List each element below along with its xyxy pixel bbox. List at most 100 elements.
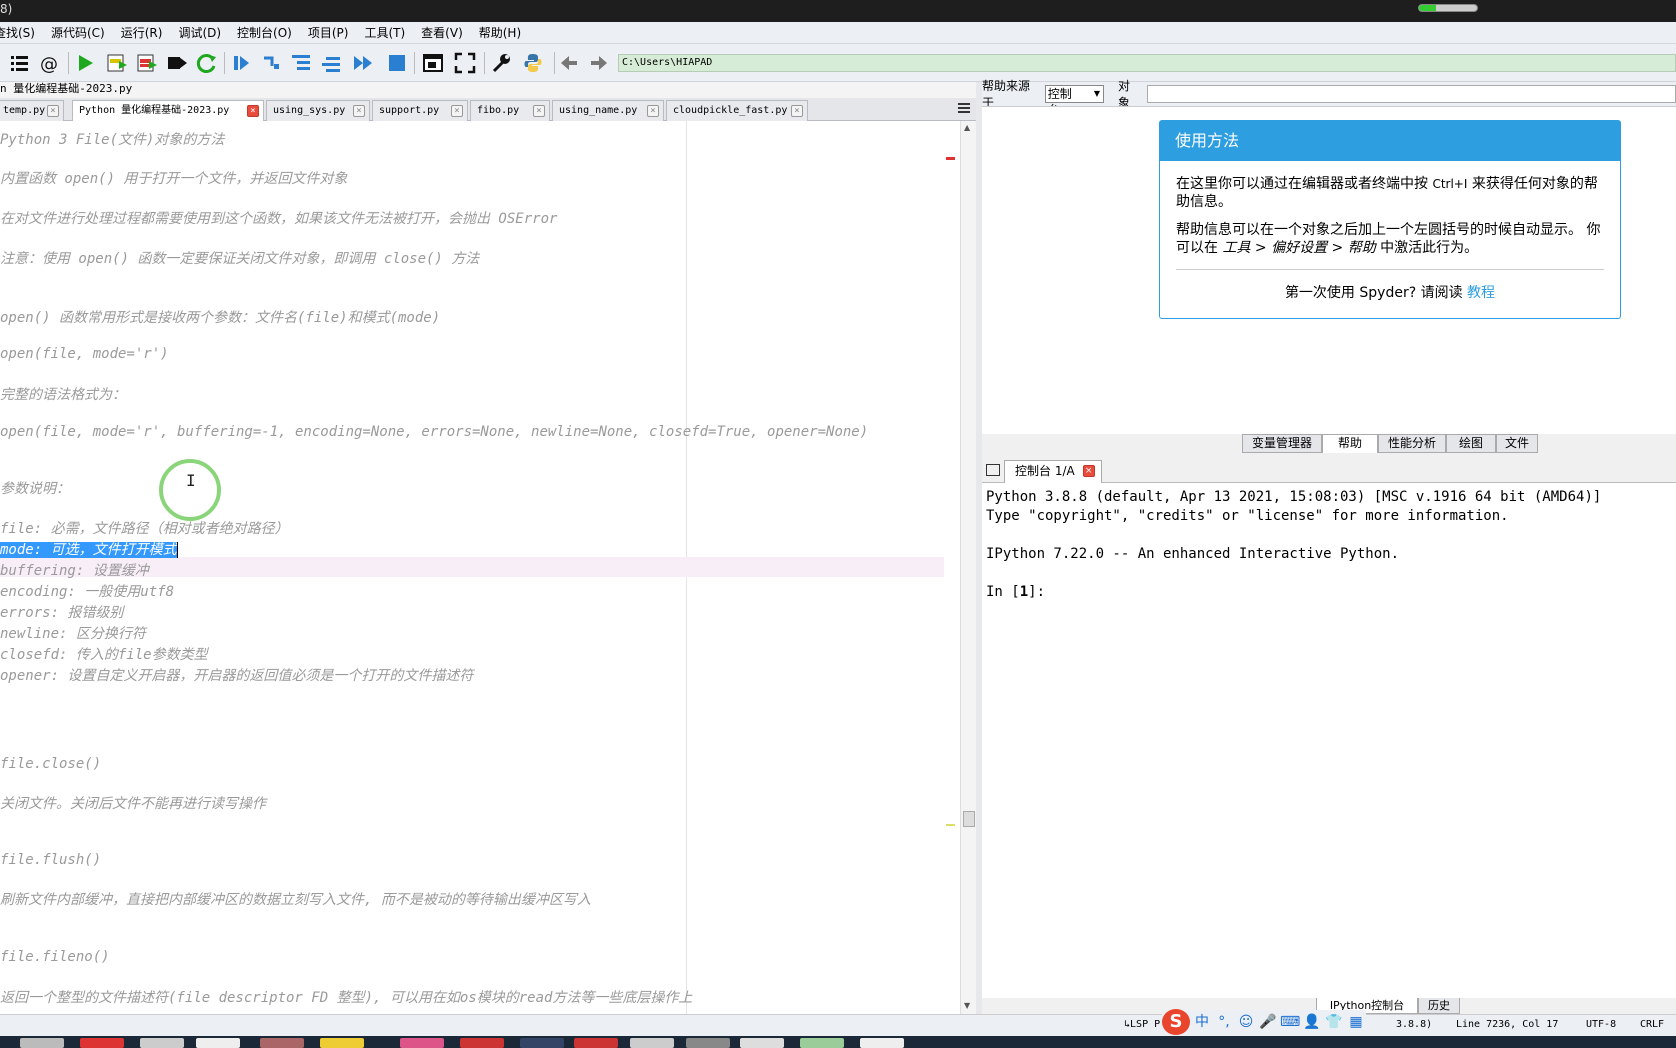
code-line: Python 3 File(文件)对象的方法 — [0, 132, 225, 148]
editor-tab[interactable]: using_name.py × — [552, 100, 664, 121]
code-line: 关闭文件。关闭后文件不能再进行读写操作 — [0, 796, 266, 812]
close-icon[interactable]: × — [47, 105, 59, 117]
outline-icon[interactable] — [6, 50, 32, 76]
menu-item[interactable]: 运行(R) — [121, 24, 163, 41]
editor-tab-label: temp.py — [3, 105, 46, 116]
ime-logo[interactable]: S — [1162, 1009, 1190, 1035]
editor-tab[interactable]: using_sys.py × — [266, 100, 370, 121]
ime-tool-icon[interactable]: ☺ — [1236, 1012, 1256, 1032]
debug-icon[interactable] — [228, 50, 254, 76]
continue-icon[interactable] — [350, 50, 376, 76]
taskbar-app-icon[interactable] — [140, 1038, 184, 1048]
menu-item[interactable]: 工具(T) — [364, 24, 405, 41]
step-into-icon[interactable] — [288, 50, 314, 76]
taskbar-app-icon[interactable] — [686, 1038, 730, 1048]
working-directory-field[interactable]: C:\Users\HIAPAD — [618, 54, 1676, 72]
console-bottom-tab[interactable]: 历史 — [1418, 998, 1460, 1014]
taskbar-app-icon[interactable] — [400, 1038, 444, 1048]
progress-fill — [1419, 5, 1437, 11]
at-icon[interactable]: @ — [36, 50, 62, 76]
code-line: 完整的语法格式为： — [0, 387, 126, 403]
console-tab[interactable]: 控制台 1/A × — [1004, 460, 1102, 483]
ipython-console[interactable]: Python 3.8.8 (default, Apr 13 2021, 15:0… — [982, 483, 1676, 998]
ime-mode-indicator[interactable]: 中 — [1192, 1012, 1212, 1032]
preferences-icon[interactable] — [488, 50, 514, 76]
back-icon[interactable] — [556, 50, 582, 76]
taskbar-app-icon[interactable] — [20, 1038, 64, 1048]
taskbar-app-icon[interactable] — [320, 1038, 364, 1048]
pane-tab[interactable]: 帮助 — [1322, 434, 1378, 453]
menu-item[interactable]: 源代码(C) — [51, 24, 105, 41]
tutorial-link[interactable]: 教程 — [1467, 285, 1495, 301]
close-icon[interactable]: × — [247, 105, 259, 117]
code-line: open(file, mode='r', buffering=-1, encod… — [0, 424, 869, 440]
ime-tool-icon[interactable]: °, — [1214, 1012, 1234, 1032]
close-icon[interactable]: × — [1082, 465, 1095, 477]
step-icon[interactable] — [258, 50, 284, 76]
taskbar-app-icon[interactable] — [80, 1038, 124, 1048]
taskbar-app-icon[interactable] — [260, 1038, 304, 1048]
fullscreen-icon[interactable] — [452, 50, 478, 76]
pane-tab[interactable]: 变量管理器 — [1242, 434, 1322, 453]
help-source-select[interactable]: 控制台 — [1044, 85, 1104, 117]
pane-tab[interactable]: 性能分析 — [1378, 434, 1446, 453]
step-return-icon[interactable] — [318, 50, 344, 76]
menu-item[interactable]: 控制台(O) — [237, 24, 292, 41]
run-selection-icon[interactable] — [164, 50, 190, 76]
scrollbar-thumb[interactable] — [963, 811, 975, 827]
taskbar-app-icon[interactable] — [800, 1038, 844, 1048]
taskbar-app-icon[interactable] — [630, 1038, 674, 1048]
encoding-status: UTF-8 — [1586, 1019, 1617, 1030]
menu-item[interactable]: 项目(P) — [308, 24, 349, 41]
scroll-up-icon[interactable]: ▲ — [964, 123, 970, 132]
menu-item[interactable]: 帮助(H) — [479, 24, 521, 41]
code-line: 刷新文件内部缓冲，直接把内部缓冲区的数据立刻写入文件, 而不是被动的等待输出缓冲… — [0, 892, 591, 908]
taskbar-app-icon[interactable] — [460, 1038, 504, 1048]
taskbar-app-icon[interactable] — [740, 1038, 784, 1048]
run-cell-advance-icon[interactable] — [134, 50, 160, 76]
rerun-icon[interactable] — [194, 50, 220, 76]
help-object-input[interactable] — [1147, 85, 1676, 103]
menu-item[interactable]: 查找(S) — [0, 24, 35, 41]
console-options-icon[interactable] — [986, 464, 1000, 476]
close-icon[interactable]: × — [451, 105, 463, 117]
os-taskbar — [0, 1036, 1676, 1048]
run-cell-icon[interactable] — [104, 50, 130, 76]
menu-item[interactable]: 调试(D) — [178, 24, 221, 41]
ime-tool-icon[interactable]: 🎤 — [1258, 1012, 1278, 1032]
editor-scrollbar[interactable]: ▲ ▼ — [960, 121, 976, 1014]
editor-tab[interactable]: cloudpickle_fast.py × — [666, 100, 808, 121]
editor-tab[interactable]: temp.py × — [0, 100, 64, 121]
taskbar-app-icon[interactable] — [574, 1038, 618, 1048]
tab-menu-icon[interactable] — [956, 101, 972, 117]
ime-tool-icon[interactable]: ▦ — [1346, 1012, 1366, 1032]
close-icon[interactable]: × — [791, 105, 803, 117]
ime-tool-icon[interactable]: 👤 — [1302, 1012, 1322, 1032]
editor-tab[interactable]: Python 量化编程基础-2023.py × — [72, 100, 264, 122]
code-line: open(file, mode='r') — [0, 346, 169, 362]
editor-tab[interactable]: fibo.py × — [470, 100, 550, 121]
forward-icon[interactable] — [586, 50, 612, 76]
taskbar-app-icon[interactable] — [196, 1038, 240, 1048]
python-path-icon[interactable] — [520, 50, 546, 76]
maximize-pane-icon[interactable] — [420, 50, 446, 76]
console-line: In [1]: — [986, 584, 1046, 600]
run-icon[interactable] — [72, 50, 98, 76]
close-icon[interactable]: × — [533, 105, 545, 117]
taskbar-app-icon[interactable] — [860, 1038, 904, 1048]
main-toolbar: @ C:\Users\HIAPAD — [0, 44, 1676, 82]
menu-item[interactable]: 查看(V) — [421, 24, 463, 41]
stop-icon[interactable] — [384, 50, 410, 76]
pane-tab[interactable]: 文件 — [1496, 434, 1538, 453]
pane-tab[interactable]: 绘图 — [1446, 434, 1496, 453]
close-icon[interactable]: × — [647, 105, 659, 117]
scroll-down-icon[interactable]: ▼ — [964, 1001, 970, 1010]
ime-tool-icon[interactable]: ⌨ — [1280, 1012, 1300, 1032]
ime-tool-icon[interactable]: 👕 — [1324, 1012, 1344, 1032]
taskbar-app-icon[interactable] — [520, 1038, 564, 1048]
code-editor[interactable]: I Python 3 File(文件)对象的方法 内置函数 open() 用于打开… — [0, 121, 944, 1014]
editor-file-title: n 量化编程基础-2023.py — [0, 82, 976, 98]
editor-tab[interactable]: support.py × — [372, 100, 468, 121]
code-line: 在对文件进行处理过程都需要使用到这个函数，如果该文件无法被打开，会抛出 OSEr… — [0, 211, 558, 227]
close-icon[interactable]: × — [353, 105, 365, 117]
